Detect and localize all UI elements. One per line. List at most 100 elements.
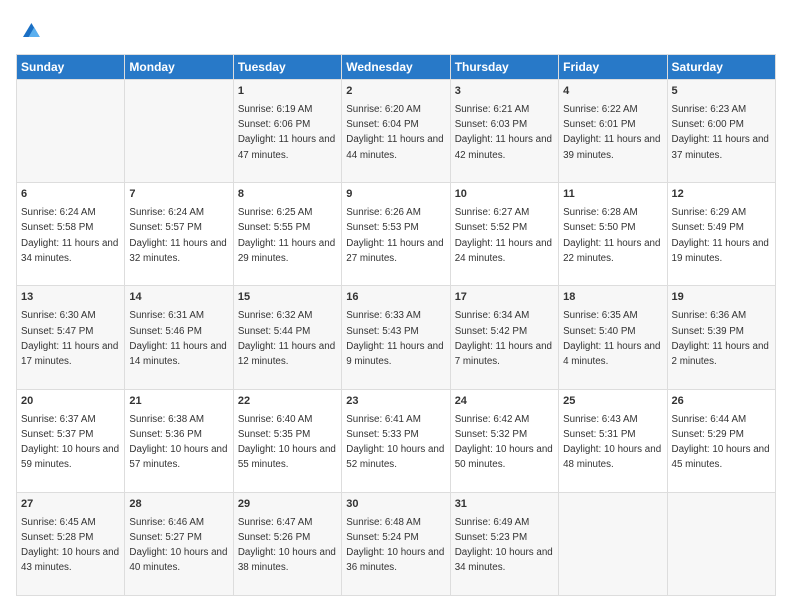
weekday-header: Saturday (667, 55, 775, 80)
cell-daylight: Daylight: 11 hours and 42 minutes. (455, 134, 552, 160)
cell-daylight: Daylight: 10 hours and 57 minutes. (129, 444, 227, 470)
cell-daylight: Daylight: 11 hours and 14 minutes. (129, 341, 226, 367)
day-number: 18 (563, 290, 662, 306)
cell-sunset: Sunset: 5:26 PM (238, 532, 310, 543)
cell-sunrise: Sunrise: 6:44 AM (672, 414, 747, 425)
cell-daylight: Daylight: 11 hours and 37 minutes. (672, 134, 769, 160)
cell-daylight: Daylight: 11 hours and 17 minutes. (21, 341, 118, 367)
cell-daylight: Daylight: 11 hours and 12 minutes. (238, 341, 335, 367)
cell-sunset: Sunset: 5:50 PM (563, 222, 635, 233)
day-number: 12 (672, 187, 771, 203)
logo-icon (16, 16, 44, 44)
day-number: 26 (672, 394, 771, 410)
cell-daylight: Daylight: 11 hours and 2 minutes. (672, 341, 769, 367)
cell-daylight: Daylight: 11 hours and 22 minutes. (563, 238, 660, 264)
cell-daylight: Daylight: 10 hours and 36 minutes. (346, 547, 444, 573)
cell-sunrise: Sunrise: 6:20 AM (346, 104, 421, 115)
cell-sunset: Sunset: 5:57 PM (129, 222, 201, 233)
calendar-cell: 11 Sunrise: 6:28 AM Sunset: 5:50 PM Dayligh… (559, 183, 667, 286)
cell-sunrise: Sunrise: 6:27 AM (455, 207, 530, 218)
cell-daylight: Daylight: 11 hours and 32 minutes. (129, 238, 226, 264)
weekday-header: Monday (125, 55, 233, 80)
weekday-header: Friday (559, 55, 667, 80)
day-number: 31 (455, 497, 554, 513)
cell-sunrise: Sunrise: 6:23 AM (672, 104, 747, 115)
cell-daylight: Daylight: 10 hours and 55 minutes. (238, 444, 336, 470)
calendar-header-row: SundayMondayTuesdayWednesdayThursdayFrid… (17, 55, 776, 80)
day-number: 3 (455, 84, 554, 100)
cell-sunrise: Sunrise: 6:37 AM (21, 414, 96, 425)
calendar-cell: 28Sunrise: 6:46 AMSunset: 5:27 PMDayligh… (125, 492, 233, 595)
calendar-cell: 14Sunrise: 6:31 AMSunset: 5:46 PMDayligh… (125, 286, 233, 389)
calendar-cell: 20Sunrise: 6:37 AMSunset: 5:37 PMDayligh… (17, 389, 125, 492)
cell-daylight: Daylight: 10 hours and 34 minutes. (455, 547, 553, 573)
logo (16, 16, 48, 44)
day-number: 5 (672, 84, 771, 100)
cell-sunset: Sunset: 5:28 PM (21, 532, 93, 543)
cell-daylight: Daylight: 10 hours and 48 minutes. (563, 444, 661, 470)
cell-sunrise: Sunrise: 6:24 AM (129, 207, 204, 218)
calendar-cell: 27Sunrise: 6:45 AMSunset: 5:28 PMDayligh… (17, 492, 125, 595)
cell-sunrise: Sunrise: 6:48 AM (346, 517, 421, 528)
cell-sunrise: Sunrise: 6:41 AM (346, 414, 421, 425)
cell-sunrise: Sunrise: 6:38 AM (129, 414, 204, 425)
calendar-cell: 13Sunrise: 6:30 AMSunset: 5:47 PMDayligh… (17, 286, 125, 389)
cell-daylight: Daylight: 11 hours and 9 minutes. (346, 341, 443, 367)
day-number: 4 (563, 84, 662, 100)
calendar-week-row: 27Sunrise: 6:45 AMSunset: 5:28 PMDayligh… (17, 492, 776, 595)
calendar-cell: 17Sunrise: 6:34 AMSunset: 5:42 PMDayligh… (450, 286, 558, 389)
cell-sunrise: Sunrise: 6:33 AM (346, 310, 421, 321)
cell-sunset: Sunset: 5:52 PM (455, 222, 527, 233)
cell-sunset: Sunset: 5:49 PM (672, 222, 744, 233)
cell-daylight: Daylight: 11 hours and 24 minutes. (455, 238, 552, 264)
cell-daylight: Daylight: 10 hours and 40 minutes. (129, 547, 227, 573)
day-number: 25 (563, 394, 662, 410)
calendar-cell: 18Sunrise: 6:35 AMSunset: 5:40 PMDayligh… (559, 286, 667, 389)
calendar-cell: 8Sunrise: 6:25 AMSunset: 5:55 PMDaylight… (233, 183, 341, 286)
calendar-cell: 1Sunrise: 6:19 AMSunset: 6:06 PMDaylight… (233, 80, 341, 183)
calendar-cell: 3 Sunrise: 6:21 AM Sunset: 6:03 PM Daylight… (450, 80, 558, 183)
cell-sunset: Sunset: 5:23 PM (455, 532, 527, 543)
cell-sunrise: Sunrise: 6:22 AM (563, 104, 638, 115)
cell-daylight: Daylight: 11 hours and 4 minutes. (563, 341, 660, 367)
day-number: 21 (129, 394, 228, 410)
cell-sunset: Sunset: 5:43 PM (346, 326, 418, 337)
cell-sunset: Sunset: 5:42 PM (455, 326, 527, 337)
day-number: 28 (129, 497, 228, 513)
calendar-cell: 15Sunrise: 6:32 AMSunset: 5:44 PMDayligh… (233, 286, 341, 389)
calendar-table: SundayMondayTuesdayWednesdayThursdayFrid… (16, 54, 776, 596)
cell-sunset: Sunset: 5:39 PM (672, 326, 744, 337)
day-number: 19 (672, 290, 771, 306)
calendar-cell: 12Sunrise: 6:29 AMSunset: 5:49 PMDayligh… (667, 183, 775, 286)
cell-sunset: Sunset: 5:35 PM (238, 429, 310, 440)
cell-daylight: Daylight: 10 hours and 38 minutes. (238, 547, 336, 573)
calendar-cell: 16 Sunrise: 6:33 AM Sunset: 5:43 PM Dayligh… (342, 286, 450, 389)
day-number: 23 (346, 394, 445, 410)
day-number: 6 (21, 187, 120, 203)
cell-sunrise: Sunrise: 6:21 AM (455, 104, 530, 115)
cell-sunrise: Sunrise: 6:28 AM (563, 207, 638, 218)
cell-daylight: Daylight: 11 hours and 27 minutes. (346, 238, 443, 264)
calendar-cell: 7 Sunrise: 6:24 AM Sunset: 5:57 PM Daylight… (125, 183, 233, 286)
cell-sunset: Sunset: 5:46 PM (129, 326, 201, 337)
calendar-cell: 29Sunrise: 6:47 AMSunset: 5:26 PMDayligh… (233, 492, 341, 595)
day-number: 7 (129, 187, 228, 203)
weekday-header: Tuesday (233, 55, 341, 80)
cell-sunrise: Sunrise: 6:35 AM (563, 310, 638, 321)
day-number: 29 (238, 497, 337, 513)
cell-sunset: Sunset: 6:01 PM (563, 119, 635, 130)
calendar-cell: 5Sunrise: 6:23 AMSunset: 6:00 PMDaylight… (667, 80, 775, 183)
cell-sunset: Sunset: 6:03 PM (455, 119, 527, 130)
day-number: 16 (346, 290, 445, 306)
cell-daylight: Daylight: 11 hours and 19 minutes. (672, 238, 769, 264)
day-number: 11 (563, 187, 662, 203)
cell-daylight: Daylight: 11 hours and 7 minutes. (455, 341, 552, 367)
header (16, 16, 776, 44)
cell-sunrise: Sunrise: 6:19 AM (238, 104, 313, 115)
day-number: 22 (238, 394, 337, 410)
day-number: 24 (455, 394, 554, 410)
calendar-cell: 31Sunrise: 6:49 AMSunset: 5:23 PMDayligh… (450, 492, 558, 595)
weekday-header: Sunday (17, 55, 125, 80)
day-number: 27 (21, 497, 120, 513)
calendar-cell: 9Sunrise: 6:26 AMSunset: 5:53 PMDaylight… (342, 183, 450, 286)
